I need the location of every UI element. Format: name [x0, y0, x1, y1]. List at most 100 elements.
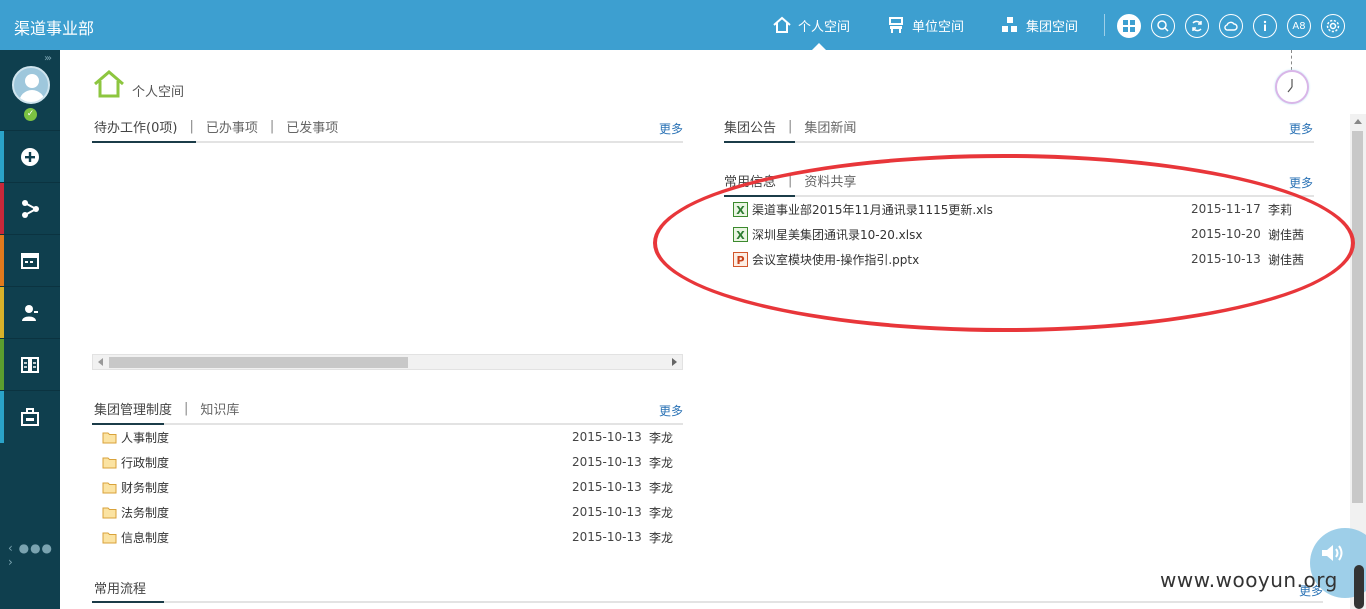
- toolbar-divider: [1104, 14, 1105, 36]
- todo-horizontal-scrollbar[interactable]: [92, 354, 683, 370]
- top-bar: 渠道事业部 个人空间 单位空间 集团空间 A8: [0, 0, 1366, 50]
- page-title: 个人空间: [132, 85, 185, 100]
- home-icon: [773, 16, 791, 33]
- clock-icon[interactable]: [1275, 70, 1309, 104]
- list-item[interactable]: X 渠道事业部2015年11月通讯录1115更新.xls 2015-11-17 …: [733, 198, 1313, 220]
- doc-author: 谢佳茜: [1268, 252, 1305, 267]
- refresh-icon[interactable]: [1185, 14, 1209, 38]
- docs-more-link[interactable]: 更多: [1289, 174, 1313, 191]
- list-item[interactable]: X 深圳星美集团通讯录10-20.xlsx 2015-10-20 谢佳茜: [733, 223, 1313, 245]
- calendar-icon: [21, 252, 39, 269]
- avatar[interactable]: [12, 66, 50, 104]
- scroll-thumb[interactable]: [109, 357, 408, 368]
- blocks-icon: [1002, 17, 1017, 32]
- rule-date: 2015-10-13: [572, 480, 642, 494]
- doc-date: 2015-10-20: [1191, 227, 1261, 241]
- folder-icon: [102, 457, 117, 468]
- rules-more-link[interactable]: 更多: [659, 402, 683, 419]
- search-icon[interactable]: [1151, 14, 1175, 38]
- flow-rule: [92, 601, 1323, 603]
- watermark: www.wooyun.org: [1160, 568, 1338, 592]
- doc-name[interactable]: 渠道事业部2015年11月通讯录1115更新.xls: [752, 201, 993, 218]
- tab-group-notice[interactable]: 集团公告: [724, 117, 776, 136]
- folder-icon: [102, 507, 117, 518]
- notice-more-link[interactable]: 更多: [1289, 120, 1313, 137]
- sidebar-item-calendar[interactable]: [0, 234, 60, 287]
- list-item[interactable]: 法务制度 2015-10-13 李龙: [102, 501, 682, 523]
- scroll-thumb[interactable]: [1352, 131, 1363, 503]
- nav-group-space[interactable]: 集团空间: [1000, 0, 1078, 50]
- sidebar-item-new[interactable]: [0, 130, 60, 183]
- rule-name[interactable]: 人事制度: [121, 429, 169, 446]
- briefcase-icon: [21, 407, 39, 426]
- doc-name[interactable]: 深圳星美集团通讯录10-20.xlsx: [752, 226, 922, 243]
- rule-author: 李龙: [649, 480, 674, 495]
- sidebar-item-contacts[interactable]: [0, 286, 60, 339]
- docs-rule: [724, 195, 1314, 197]
- rule-date: 2015-10-13: [572, 530, 642, 544]
- rule-name[interactable]: 信息制度: [121, 529, 169, 546]
- tab-todo[interactable]: 待办工作(0项): [94, 117, 177, 136]
- speaker-icon: [1322, 545, 1343, 561]
- nav-personal-space[interactable]: 个人空间: [772, 0, 850, 50]
- tab-sent[interactable]: 已发事项: [286, 117, 338, 136]
- folder-icon: [102, 432, 117, 443]
- list-item[interactable]: 人事制度 2015-10-13 李龙: [102, 426, 682, 448]
- sidebar-item-docs[interactable]: [0, 338, 60, 391]
- todo-tabs: 待办工作(0项) | 已办事项 | 已发事项: [94, 117, 339, 136]
- a8-badge[interactable]: A8: [1287, 14, 1311, 38]
- rule-name[interactable]: 行政制度: [121, 454, 169, 471]
- svg-text:X: X: [736, 229, 745, 242]
- nav-unit-label: 单位空间: [912, 19, 965, 35]
- sidebar-item-workflow[interactable]: [0, 182, 60, 235]
- sidebar-more-icon[interactable]: ‹ ●●● ›: [8, 541, 60, 569]
- tab-done[interactable]: 已办事项: [206, 117, 258, 136]
- flow-tabs: 常用流程: [94, 577, 146, 597]
- rule-author: 李龙: [649, 455, 674, 470]
- notice-tabs: 集团公告 | 集团新闻: [724, 117, 857, 136]
- tab-common-flow[interactable]: 常用流程: [94, 578, 146, 597]
- todo-count: (0项): [146, 120, 178, 136]
- todo-more-link[interactable]: 更多: [659, 120, 683, 137]
- tab-resource-share[interactable]: 资料共享: [804, 171, 856, 190]
- rule-date: 2015-10-13: [572, 505, 642, 519]
- scroll-right-icon[interactable]: [672, 358, 677, 366]
- rule-author: 李龙: [649, 530, 674, 545]
- rules-rule: [92, 423, 683, 425]
- cloud-icon[interactable]: [1219, 14, 1243, 38]
- svg-text:P: P: [736, 254, 744, 267]
- powerpoint-icon: P: [733, 251, 748, 267]
- rule-date: 2015-10-13: [572, 430, 642, 444]
- tab-knowledge-base[interactable]: 知识库: [200, 399, 239, 418]
- tab-group-news[interactable]: 集团新闻: [804, 117, 856, 136]
- tab-group-rules[interactable]: 集团管理制度: [94, 399, 172, 418]
- info-icon[interactable]: [1253, 14, 1277, 38]
- rules-tabs: 集团管理制度 | 知识库: [94, 399, 240, 418]
- docs-tabs: 常用信息 | 资料共享: [724, 171, 857, 190]
- plus-circle-icon: [21, 147, 39, 166]
- corner-handle: [1354, 565, 1364, 609]
- todo-rule: [92, 141, 683, 143]
- sidebar-item-briefcase[interactable]: [0, 390, 60, 443]
- list-item[interactable]: 信息制度 2015-10-13 李龙: [102, 526, 682, 548]
- notice-rule: [724, 141, 1314, 143]
- expand-sidebar-icon[interactable]: ›››: [44, 53, 52, 64]
- list-item[interactable]: 财务制度 2015-10-13 李龙: [102, 476, 682, 498]
- doc-name[interactable]: 会议室模块使用-操作指引.pptx: [752, 251, 919, 268]
- list-item[interactable]: P 会议室模块使用-操作指引.pptx 2015-10-13 谢佳茜: [733, 248, 1313, 270]
- rule-author: 李龙: [649, 505, 674, 520]
- branch-icon: [22, 199, 39, 218]
- scroll-left-icon[interactable]: [98, 358, 103, 366]
- nav-unit-space[interactable]: 单位空间: [886, 0, 964, 50]
- rule-name[interactable]: 财务制度: [121, 479, 169, 496]
- folder-icon: [102, 532, 117, 543]
- doc-date: 2015-11-17: [1191, 202, 1261, 216]
- grid-icon[interactable]: [1117, 14, 1141, 38]
- scroll-up-icon[interactable]: [1354, 119, 1362, 124]
- list-item[interactable]: 行政制度 2015-10-13 李龙: [102, 451, 682, 473]
- gear-icon[interactable]: [1321, 14, 1345, 38]
- nav-group-label: 集团空间: [1026, 19, 1079, 35]
- nav-personal-label: 个人空间: [798, 19, 851, 35]
- rule-name[interactable]: 法务制度: [121, 504, 169, 521]
- tab-common-info[interactable]: 常用信息: [724, 171, 776, 190]
